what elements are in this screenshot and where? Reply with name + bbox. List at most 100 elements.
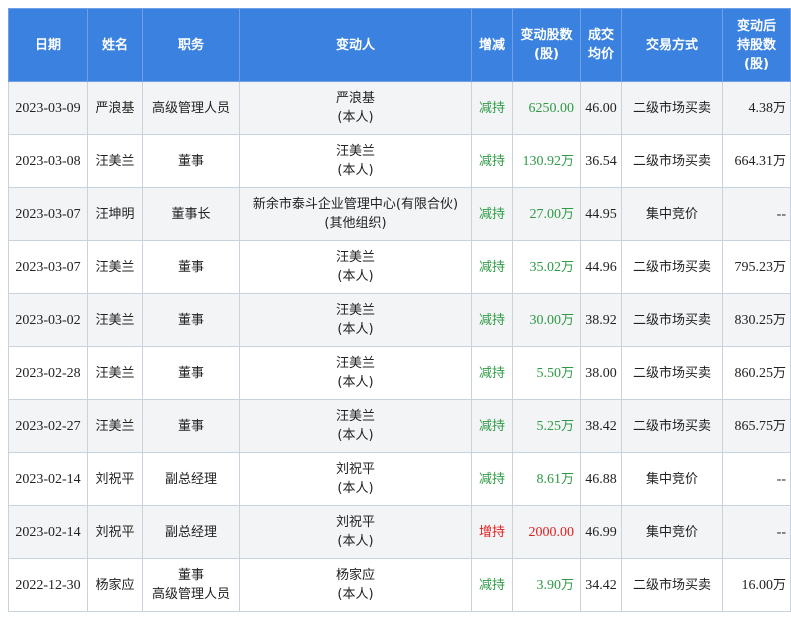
cell-name: 汪美兰 [87,134,143,188]
price-value: 46.00 [585,100,617,116]
cell-title: 董事 [142,293,240,347]
after-value: 795.23 [734,259,773,275]
actor-name: 汪美兰 [335,409,375,424]
title-line: 高级管理人员 [151,587,230,602]
cell-method: 二级市场买卖 [621,81,723,135]
actor-name: 严浪基 [335,91,375,106]
cell-actor: 汪美兰 (本人) [239,399,472,453]
cell-date: 2023-03-02 [8,293,88,347]
cell-date: 2023-02-28 [8,346,88,400]
date-text: 2023-02-14 [15,524,81,540]
cell-date: 2023-02-27 [8,399,88,453]
after-unit: 万 [772,259,786,275]
table-row: 2023-03-02 汪美兰 董事 汪美兰 (本人) 减持 30.00万 38.… [8,293,791,347]
name-text: 汪美兰 [95,153,135,169]
method-text: 二级市场买卖 [632,100,711,116]
direction-badge: 减持 [478,259,505,275]
shares-value: 30.00 [529,312,561,328]
title-line: 副总经理 [164,524,217,540]
cell-name: 汪坤明 [87,187,143,241]
method-text: 二级市场买卖 [632,577,711,593]
cell-name: 汪美兰 [87,293,143,347]
cell-method: 二级市场买卖 [621,399,723,453]
cell-shares: 8.61万 [512,452,581,506]
cell-method: 二级市场买卖 [621,346,723,400]
shares-value: 3.90 [536,577,561,593]
table-body: 2023-03-09 严浪基 高级管理人员 严浪基 (本人) 减持 6250.0… [8,81,791,612]
cell-direction: 减持 [471,346,513,400]
cell-direction: 减持 [471,399,513,453]
actor-name: 汪美兰 [335,144,375,159]
cell-after: -- [722,452,791,506]
shares-value: 6250.00 [528,100,575,116]
header-date: 日期 [8,8,88,82]
cell-shares: 30.00万 [512,293,581,347]
shares-value: 5.50 [536,365,561,381]
cell-title: 董事 [142,134,240,188]
table-row: 2023-02-14 刘祝平 副总经理 刘祝平 (本人) 减持 8.61万 46… [8,452,791,506]
date-text: 2023-02-27 [15,418,81,434]
cell-shares: 6250.00 [512,81,581,135]
cell-title: 董事 [142,399,240,453]
title-line: 董事 [177,568,204,583]
after-value: -- [776,524,786,540]
header-title: 职务 [142,8,240,82]
after-unit: 万 [772,365,786,381]
name-text: 汪坤明 [95,206,135,222]
name-text: 汪美兰 [95,312,135,328]
cell-method: 二级市场买卖 [621,240,723,294]
shares-unit: 万 [560,153,574,169]
direction-badge: 减持 [478,153,505,169]
date-text: 2023-02-14 [15,471,81,487]
name-text: 汪美兰 [95,418,135,434]
actor-type: (本人) [337,587,374,602]
shares-unit: 万 [560,418,574,434]
cell-direction: 减持 [471,452,513,506]
cell-name: 汪美兰 [87,399,143,453]
header-shares: 变动股数 (股) [512,8,581,82]
table-row: 2023-02-28 汪美兰 董事 汪美兰 (本人) 减持 5.50万 38.0… [8,346,791,400]
cell-title: 高级管理人员 [142,81,240,135]
after-value: -- [776,206,786,222]
direction-badge: 减持 [478,577,505,593]
header-name: 姓名 [87,8,143,82]
cell-shares: 130.92万 [512,134,581,188]
cell-method: 集中竞价 [621,505,723,559]
actor-name: 新余市泰斗企业管理中心(有限合伙) [252,197,459,212]
table-row: 2022-12-30 杨家应 董事 高级管理人员 杨家应 (本人) 减持 3.9… [8,558,791,612]
cell-actor: 汪美兰 (本人) [239,240,472,294]
date-text: 2023-02-28 [15,365,81,381]
shares-unit: 万 [560,471,574,487]
shares-unit: 万 [560,577,574,593]
cell-after: 860.25万 [722,346,791,400]
cell-date: 2023-03-08 [8,134,88,188]
price-value: 46.88 [585,471,617,487]
cell-method: 集中竞价 [621,452,723,506]
title-line: 董事长 [171,206,211,222]
direction-badge: 减持 [478,312,505,328]
method-text: 集中竞价 [645,524,698,540]
title-line: 董事 [177,418,204,434]
cell-name: 汪美兰 [87,346,143,400]
cell-direction: 增持 [471,505,513,559]
cell-name: 严浪基 [87,81,143,135]
price-value: 44.95 [585,206,617,222]
cell-after: 795.23万 [722,240,791,294]
after-value: 865.75 [734,418,773,434]
title-line: 副总经理 [164,471,217,487]
price-value: 44.96 [585,259,617,275]
actor-type: (本人) [337,375,374,390]
cell-direction: 减持 [471,81,513,135]
after-value: -- [776,471,786,487]
header-after: 变动后 持股数 (股) [722,8,791,82]
table-row: 2023-03-07 汪坤明 董事长 新余市泰斗企业管理中心(有限合伙) (其他… [8,187,791,241]
cell-title: 副总经理 [142,505,240,559]
cell-shares: 27.00万 [512,187,581,241]
cell-direction: 减持 [471,134,513,188]
name-text: 汪美兰 [95,259,135,275]
cell-price: 38.92 [580,293,622,347]
table-row: 2023-03-09 严浪基 高级管理人员 严浪基 (本人) 减持 6250.0… [8,81,791,135]
actor-type: (本人) [337,428,374,443]
cell-date: 2023-02-14 [8,505,88,559]
shares-unit: 万 [560,312,574,328]
